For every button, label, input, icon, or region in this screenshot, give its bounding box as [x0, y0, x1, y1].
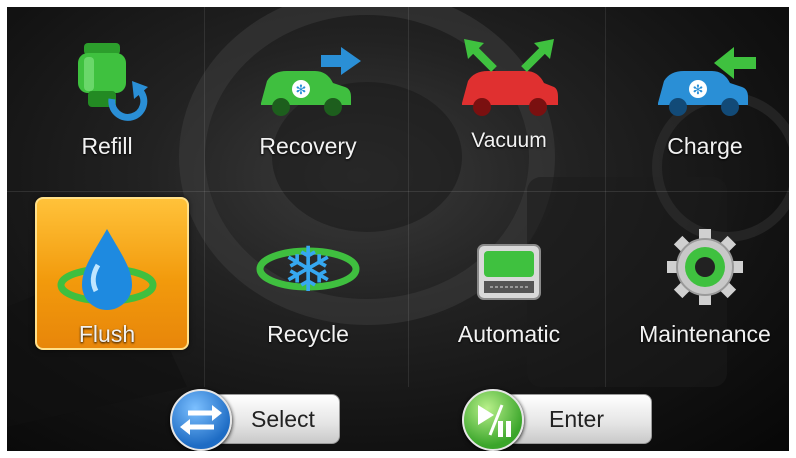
- menu-item-label: Vacuum: [471, 129, 547, 152]
- menu-item-label: Recycle: [267, 321, 349, 347]
- menu-item-label: Automatic: [457, 321, 561, 347]
- menu-item-flush[interactable]: Flush: [9, 195, 205, 377]
- select-button-label: Select: [251, 406, 315, 432]
- charge-car-icon: ✻: [658, 47, 756, 116]
- maintenance-gear-icon: [667, 229, 743, 305]
- automatic-machine-icon: [477, 244, 541, 300]
- select-button[interactable]: Select: [170, 389, 340, 451]
- vacuum-car-icon: [462, 39, 558, 116]
- swap-arrows-icon: [170, 389, 232, 451]
- menu-item-automatic[interactable]: Automatic: [411, 195, 607, 377]
- recycle-snowflake-icon: ❄: [256, 233, 360, 306]
- flush-drop-icon: [57, 229, 157, 310]
- svg-text:✻: ✻: [693, 83, 704, 98]
- menu-item-label: Charge: [667, 133, 743, 159]
- menu-item-label: Recovery: [259, 133, 357, 159]
- svg-text:✻: ✻: [296, 83, 307, 98]
- menu-item-label: Maintenance: [639, 321, 771, 347]
- recovery-car-icon: ✻: [261, 47, 361, 116]
- menu-item-label: Refill: [81, 133, 133, 159]
- menu-item-recycle[interactable]: ❄ Recycle: [210, 195, 406, 377]
- play-pause-icon: [462, 389, 524, 451]
- menu-item-maintenance[interactable]: Maintenance: [607, 195, 789, 377]
- menu-item-charge[interactable]: ✻ Charge: [607, 7, 789, 189]
- menu-item-refill[interactable]: Refill: [9, 7, 205, 189]
- enter-button-label: Enter: [549, 406, 604, 432]
- refill-tank-icon: [78, 43, 148, 121]
- menu-item-vacuum[interactable]: Vacuum: [411, 7, 607, 185]
- menu-item-recovery[interactable]: ✻ Recovery: [210, 7, 406, 189]
- svg-text:❄: ❄: [282, 233, 334, 306]
- enter-button[interactable]: Enter: [462, 389, 652, 451]
- menu-item-label: Flush: [78, 321, 136, 347]
- app-screen: Refill ✻ Recovery Vacuum ✻ Charge Flush …: [7, 7, 789, 451]
- grid-divider: [408, 7, 409, 387]
- grid-divider: [7, 191, 789, 192]
